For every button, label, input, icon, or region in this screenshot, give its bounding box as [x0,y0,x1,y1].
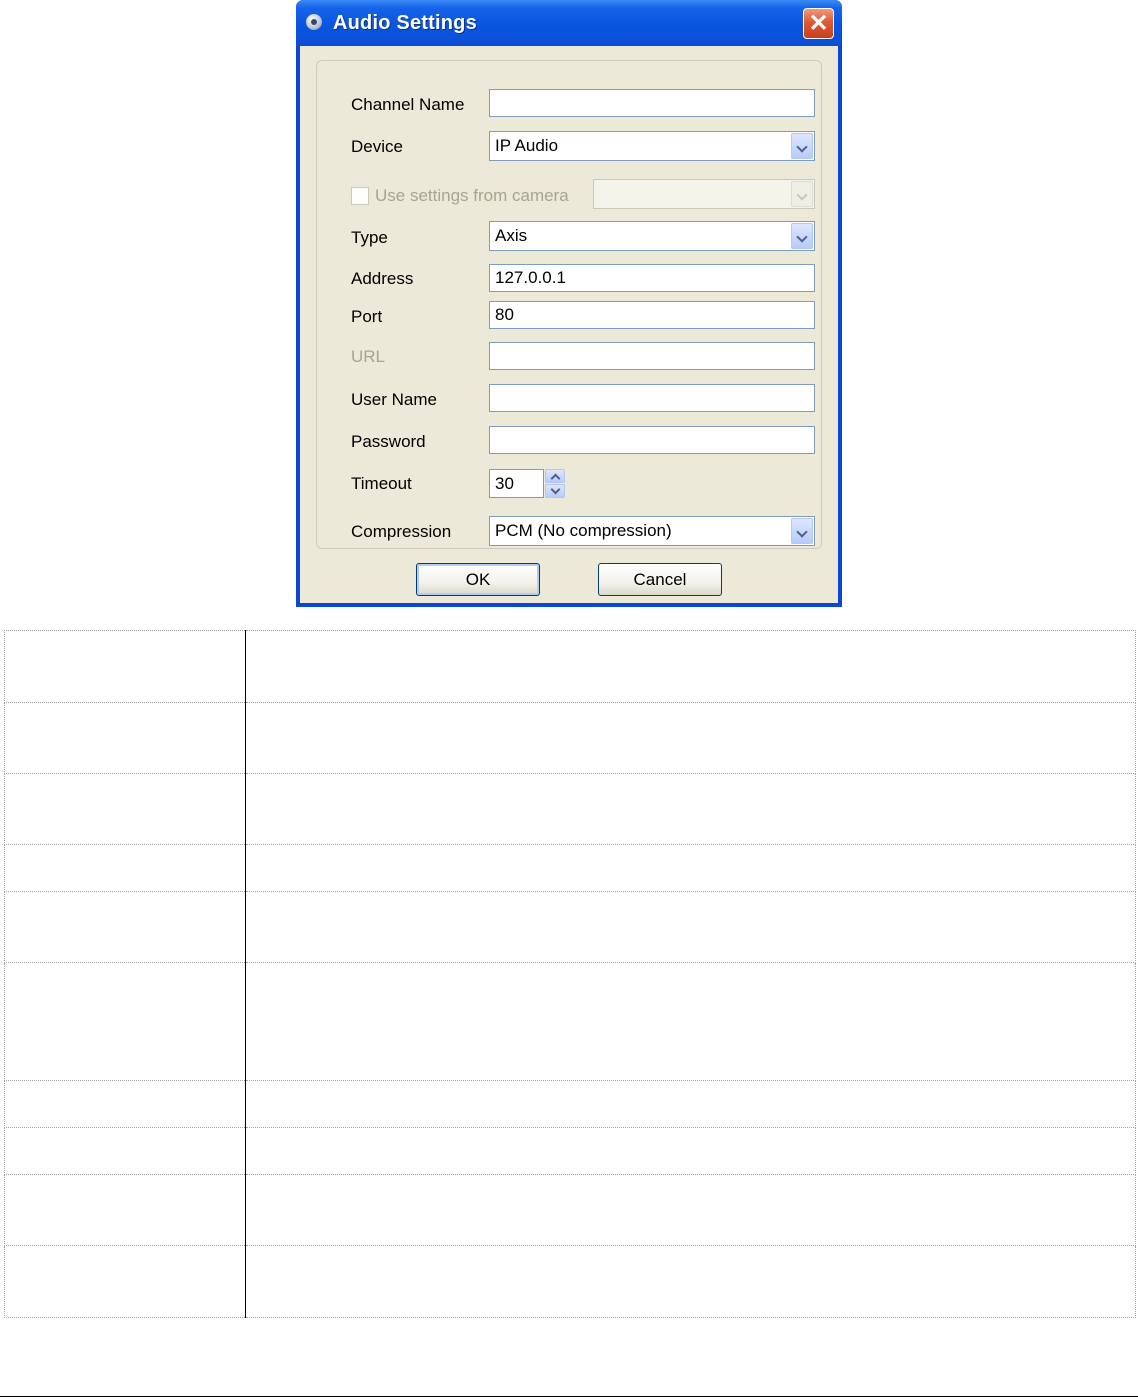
table-cell-description [245,702,1136,774]
type-select[interactable]: Axis [489,221,815,251]
app-icon [306,14,322,30]
chevron-down-icon[interactable] [791,223,813,249]
table-cell-name [4,844,246,892]
table-row [4,844,1136,892]
timeout-input[interactable] [489,469,544,498]
title-bar[interactable]: Audio Settings ✕ [296,0,842,46]
user-name-label: User Name [351,390,437,409]
user-name-input[interactable] [489,384,815,412]
table-row [4,962,1136,1081]
table-cell-description [245,1245,1136,1318]
table-cell-name [4,1174,246,1246]
compression-select-value: PCM (No compression) [495,521,672,540]
table-cell-name [4,1245,246,1318]
chevron-down-icon[interactable] [791,133,813,159]
table-row [4,1245,1136,1318]
device-select-value: IP Audio [495,136,559,155]
device-label: Device [351,137,403,156]
channel-name-label: Channel Name [351,95,465,114]
table-cell-name [4,630,246,703]
compression-select[interactable]: PCM (No compression) [489,516,815,546]
table-cell-name [4,1127,246,1175]
password-label: Password [351,432,426,451]
table-cell-description [245,844,1136,892]
password-input[interactable] [489,426,815,454]
table-cell-description [245,1080,1136,1128]
ok-button[interactable]: OK [416,563,540,596]
table-cell-description [245,773,1136,845]
description-table [4,630,1136,1318]
table-row [4,1127,1136,1175]
device-select[interactable]: IP Audio [489,131,815,161]
table-row [4,1080,1136,1128]
dialog-body: Channel Name Device IP Audio Use setting… [300,46,838,603]
type-label: Type [351,228,388,247]
cancel-button[interactable]: Cancel [598,563,722,596]
timeout-stepper [545,469,565,498]
table-row [4,630,1136,703]
close-icon: ✕ [808,10,829,37]
port-label: Port [351,307,383,326]
table-row [4,1174,1136,1246]
url-input[interactable] [489,342,815,370]
spin-up-icon[interactable] [545,469,565,483]
compression-label: Compression [351,522,452,541]
use-settings-label: Use settings from camera [375,186,569,205]
chevron-down-icon[interactable] [791,181,813,207]
table-cell-name [4,1080,246,1128]
address-input[interactable] [489,264,815,292]
audio-settings-dialog: Audio Settings ✕ Channel Name Device IP … [296,0,842,607]
table-row [4,702,1136,774]
spin-down-icon[interactable] [545,484,565,498]
close-button[interactable]: ✕ [803,8,834,39]
table-cell-description [245,1174,1136,1246]
table-row [4,891,1136,963]
settings-group: Channel Name Device IP Audio Use setting… [316,60,822,549]
table-row [4,773,1136,845]
table-cell-description [245,891,1136,963]
camera-select[interactable] [593,179,815,209]
chevron-down-icon[interactable] [791,518,813,544]
page-footer-rule [0,1396,1138,1397]
table-cell-description [245,630,1136,703]
port-input[interactable] [489,301,815,329]
table-cell-description [245,1127,1136,1175]
description-table-body [4,630,1136,1318]
table-cell-name [4,773,246,845]
table-cell-name [4,702,246,774]
dialog-title: Audio Settings [333,12,477,34]
channel-name-input[interactable] [489,89,815,117]
timeout-label: Timeout [351,474,412,493]
table-cell-name [4,891,246,963]
use-settings-checkbox[interactable] [351,187,369,205]
url-label: URL [351,347,386,366]
address-label: Address [351,269,414,288]
table-cell-name [4,962,246,1081]
type-select-value: Axis [495,226,528,245]
table-cell-description [245,962,1136,1081]
